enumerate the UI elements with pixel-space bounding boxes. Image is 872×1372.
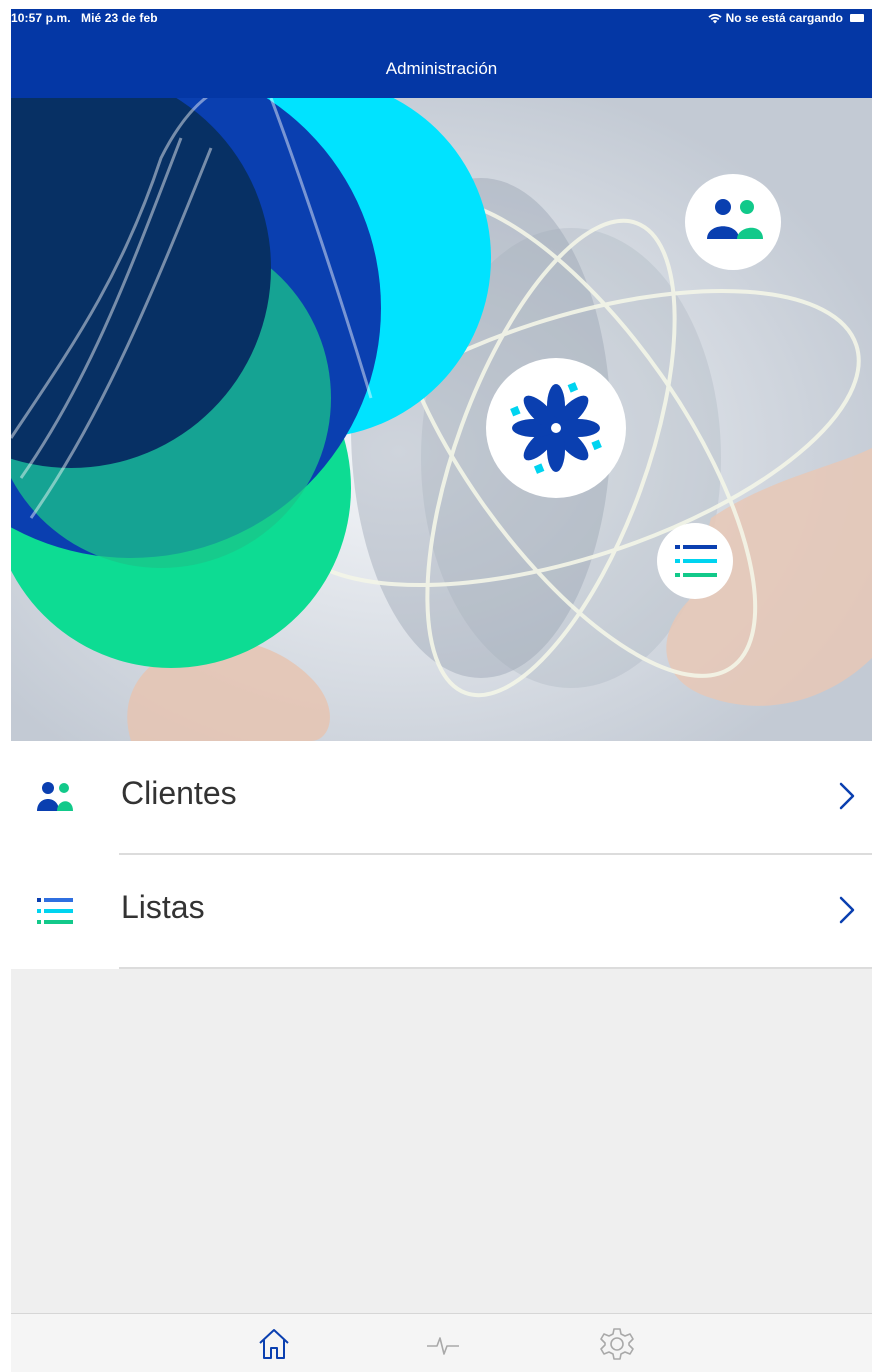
menu-item-label: Clientes — [121, 775, 237, 811]
gear-icon — [600, 1328, 634, 1360]
chevron-right-icon — [839, 896, 855, 924]
charging-status: No se está cargando — [725, 11, 843, 25]
wifi-icon — [708, 13, 722, 23]
menu-item-listas[interactable]: Listas — [11, 855, 872, 969]
status-right: No se está cargando — [708, 11, 864, 25]
divider — [119, 967, 872, 969]
status-time-date: 10:57 p.m. Mié 23 de feb — [11, 11, 158, 25]
page-title: Administración — [385, 59, 498, 78]
status-date: Mié 23 de feb — [81, 11, 158, 25]
list-icon — [37, 898, 73, 924]
app-screen: 10:57 p.m. Mié 23 de feb No se está carg… — [11, 9, 872, 1372]
tab-bar — [11, 1313, 872, 1372]
battery-icon — [850, 14, 864, 22]
chevron-right-icon — [839, 782, 855, 810]
hero-illustration — [11, 98, 872, 741]
admin-menu: Clientes Listas — [11, 741, 872, 969]
activity-icon — [427, 1337, 459, 1355]
status-time: 10:57 p.m. — [11, 11, 71, 25]
menu-item-clientes[interactable]: Clientes — [11, 741, 872, 855]
home-icon — [259, 1329, 289, 1359]
tab-home[interactable] — [256, 1326, 292, 1362]
tab-activity[interactable] — [425, 1326, 461, 1362]
tab-settings[interactable] — [599, 1326, 635, 1362]
header: 10:57 p.m. Mié 23 de feb No se está carg… — [11, 9, 872, 98]
users-icon — [37, 782, 73, 811]
hero-banner — [11, 98, 872, 741]
menu-item-label: Listas — [121, 889, 205, 925]
